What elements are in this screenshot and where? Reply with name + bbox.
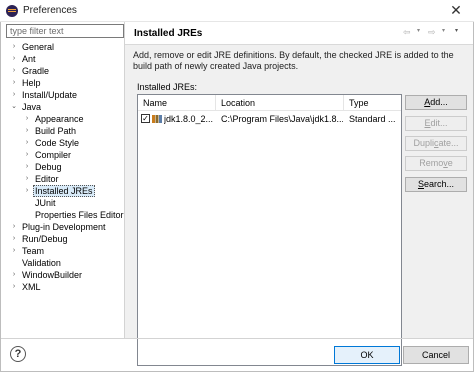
chevron-right-icon[interactable]: ›	[10, 233, 18, 245]
tree-item-label: General	[22, 42, 55, 52]
chevron-right-icon[interactable]: ›	[10, 89, 18, 101]
column-header-location[interactable]: Location	[216, 95, 344, 111]
chevron-right-icon[interactable]: ›	[10, 269, 18, 281]
chevron-right-icon[interactable]: ›	[23, 161, 31, 173]
duplicate-button[interactable]: Duplicate...	[405, 136, 467, 151]
page-title: Installed JREs	[134, 28, 203, 39]
table-row[interactable]: ✓ jdk1.8.0_2... C:\Program Files\Java\jd…	[138, 112, 401, 126]
tree-item-label: Ant	[22, 54, 36, 64]
eclipse-app-icon	[6, 5, 18, 17]
forward-history-dropdown-icon[interactable]: ▾	[442, 27, 445, 34]
chevron-right-icon[interactable]: ›	[10, 221, 18, 233]
tree-item-label: Java	[22, 102, 42, 112]
tree-item-label: Run/Debug	[22, 234, 68, 244]
jre-default-checkbox[interactable]: ✓	[141, 114, 150, 123]
tree-item-label: Editor	[35, 174, 59, 184]
jre-name-cell: jdk1.8.0_2...	[164, 114, 214, 124]
tree-item-label: Team	[22, 246, 45, 256]
tree-item-label: Installed JREs	[33, 185, 95, 197]
column-header-name[interactable]: Name	[138, 95, 216, 111]
footer-separator	[1, 338, 473, 339]
search-button[interactable]: Search...	[405, 177, 467, 192]
tree-item-label: Plug-in Development	[22, 222, 106, 232]
remove-label-end: e	[447, 158, 453, 168]
installed-jres-label: Installed JREs:	[137, 82, 198, 92]
edit-button[interactable]: Edit...	[405, 116, 467, 131]
chevron-right-icon[interactable]: ›	[23, 173, 31, 185]
tree-item-label: Build Path	[35, 126, 77, 136]
chevron-right-icon[interactable]: ›	[10, 41, 18, 53]
tree-item-label: Validation	[22, 258, 61, 268]
add-button[interactable]: Add...	[405, 95, 467, 110]
chevron-right-icon[interactable]: ›	[23, 137, 31, 149]
chevron-right-icon[interactable]: ›	[10, 281, 18, 293]
chevron-right-icon[interactable]: ›	[23, 149, 31, 161]
tree-item-label: Appearance	[35, 114, 84, 124]
tree-item-label: XML	[22, 282, 41, 292]
search-label: earch...	[424, 179, 455, 189]
column-header-type[interactable]: Type	[344, 95, 401, 111]
chevron-right-icon[interactable]: ›	[10, 65, 18, 77]
tree-item-label: Properties Files Editor	[35, 210, 124, 220]
remove-label-start: Remo	[419, 158, 444, 168]
back-history-dropdown-icon[interactable]: ▾	[417, 27, 420, 34]
tree-item-label: Gradle	[22, 66, 50, 76]
forward-arrow-icon[interactable]: ⇨	[428, 27, 436, 38]
duplicate-label-start: Dupli	[413, 138, 434, 148]
preferences-navigation: › General › Ant › Gradle › Help › Instal…	[3, 24, 124, 338]
tree-item-label: Help	[22, 78, 41, 88]
chevron-right-icon[interactable]: ›	[10, 245, 18, 257]
tree-item-label: Code Style	[35, 138, 80, 148]
ok-button[interactable]: OK	[334, 346, 400, 364]
page-header: Installed JREs ⇦ ▾ ⇨ ▾ ▾	[125, 22, 473, 44]
tree-item-label: JUnit	[35, 198, 56, 208]
add-label: dd...	[430, 97, 448, 107]
chevron-right-icon[interactable]: ›	[23, 113, 31, 125]
chevron-right-icon[interactable]: ›	[10, 53, 18, 65]
chevron-right-icon[interactable]: ›	[23, 125, 31, 137]
jre-type-cell: Standard ...	[349, 114, 396, 124]
edit-label: dit...	[430, 118, 448, 128]
installed-jres-page: Add, remove or edit JRE definitions. By …	[125, 45, 473, 366]
cancel-button[interactable]: Cancel	[403, 346, 469, 364]
remove-button[interactable]: Remove	[405, 156, 467, 171]
page-description: Add, remove or edit JRE definitions. By …	[133, 50, 454, 71]
back-arrow-icon[interactable]: ⇦	[403, 27, 411, 38]
duplicate-label-end: ate...	[438, 138, 459, 148]
view-menu-icon[interactable]: ▾	[455, 27, 458, 34]
tree-item-label: Install/Update	[22, 90, 78, 100]
window-title: Preferences	[23, 5, 77, 16]
title-bar: Preferences ✕	[0, 0, 474, 22]
chevron-right-icon[interactable]: ›	[23, 185, 31, 197]
installed-jres-table: Name Location Type ✓ jdk1.8.0_2... C:\Pr…	[137, 94, 402, 366]
tree-item-label: Debug	[35, 162, 62, 172]
close-icon[interactable]: ✕	[447, 2, 465, 20]
jre-library-icon	[152, 115, 162, 123]
filter-input[interactable]	[6, 24, 124, 38]
chevron-down-icon[interactable]: ⌄	[10, 101, 18, 113]
chevron-right-icon[interactable]: ›	[10, 77, 18, 89]
help-icon[interactable]: ?	[10, 346, 26, 362]
tree-item-label: WindowBuilder	[22, 270, 83, 280]
tree-item-label: Compiler	[35, 150, 72, 160]
jre-location-cell: C:\Program Files\Java\jdk1.8....	[221, 114, 343, 124]
